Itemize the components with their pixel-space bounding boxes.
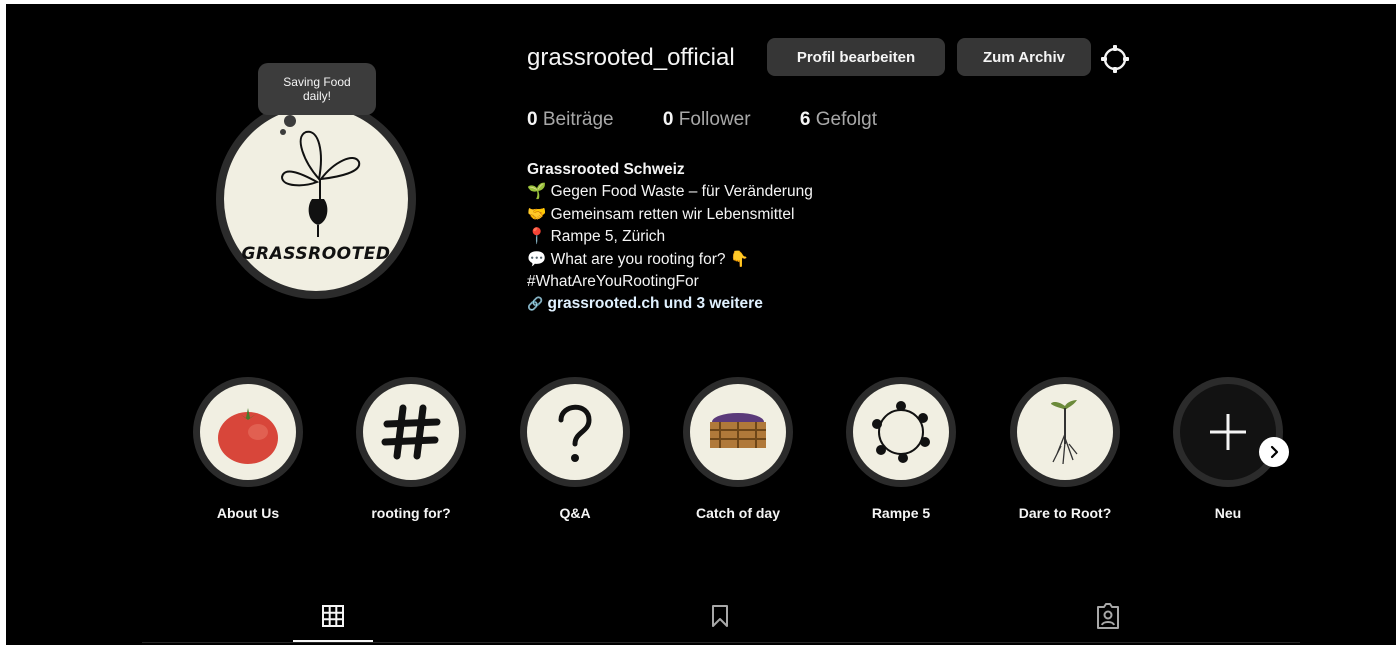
highlight-label: Rampe 5 bbox=[871, 505, 931, 521]
tab-saved[interactable] bbox=[704, 600, 736, 632]
people-circle-icon bbox=[853, 384, 949, 480]
bio-line: 🌱 Gegen Food Waste – für Veränderung bbox=[527, 183, 813, 201]
highlight-label: Q&A bbox=[559, 505, 591, 521]
highlight-qa[interactable]: Q&A bbox=[510, 377, 640, 521]
bio-link[interactable]: grassrooted.ch und 3 weitere bbox=[548, 295, 763, 312]
grid-icon bbox=[322, 605, 344, 627]
highlight-catch-of-day[interactable]: Catch of day bbox=[673, 377, 803, 521]
crate-icon bbox=[690, 384, 786, 480]
highlight-ring bbox=[520, 377, 630, 487]
highlights-next-button[interactable] bbox=[1259, 437, 1289, 467]
highlight-label: Neu bbox=[1214, 505, 1242, 521]
bio-name: Grassrooted Schweiz bbox=[527, 161, 685, 178]
highlight-label: About Us bbox=[216, 505, 280, 521]
note-bubble-small bbox=[280, 129, 286, 135]
link-icon: 🔗 bbox=[527, 296, 544, 312]
highlight-about-us[interactable]: About Us bbox=[183, 377, 313, 521]
highlight-label: Dare to Root? bbox=[1018, 505, 1112, 521]
bio-link-row[interactable]: 🔗 grassrooted.ch und 3 weitere bbox=[527, 293, 813, 315]
stat-posts[interactable]: 0 Beiträge bbox=[527, 109, 614, 130]
tomato-icon bbox=[200, 384, 296, 480]
username: grassrooted_official bbox=[527, 44, 735, 71]
active-tab-indicator bbox=[293, 640, 373, 642]
hashtag-icon bbox=[363, 384, 459, 480]
highlight-ring bbox=[846, 377, 956, 487]
profile-page: GRASSROOTED Saving Food daily! grassroot… bbox=[6, 4, 1396, 645]
profile-note[interactable]: Saving Food daily! bbox=[258, 63, 376, 135]
tab-posts[interactable] bbox=[317, 600, 349, 632]
avatar-wordmark: GRASSROOTED bbox=[242, 244, 391, 264]
highlight-rooting-for[interactable]: rooting for? bbox=[346, 377, 476, 521]
highlight-ring bbox=[1173, 377, 1283, 487]
question-mark-icon bbox=[527, 384, 623, 480]
stat-followers[interactable]: 0 Follower bbox=[663, 109, 751, 130]
highlight-rampe-5[interactable]: Rampe 5 bbox=[836, 377, 966, 521]
bio-line: 🤝 Gemeinsam retten wir Lebensmittel bbox=[527, 205, 795, 223]
highlight-ring bbox=[193, 377, 303, 487]
bio-hashtag[interactable]: #WhatAreYouRootingFor bbox=[527, 271, 813, 293]
highlight-label: Catch of day bbox=[695, 505, 780, 521]
avatar-image: GRASSROOTED bbox=[224, 107, 408, 291]
beet-logo-icon: GRASSROOTED bbox=[242, 130, 391, 264]
highlight-label: rooting for? bbox=[371, 505, 451, 521]
sprout-root-icon bbox=[1017, 384, 1113, 480]
highlight-ring bbox=[1010, 377, 1120, 487]
tab-tagged[interactable] bbox=[1092, 600, 1124, 632]
note-bubble bbox=[284, 115, 296, 127]
edit-profile-button[interactable]: Profil bearbeiten bbox=[767, 38, 945, 76]
profile-stats: 0 Beiträge 0 Follower 6 Gefolgt bbox=[527, 109, 921, 131]
note-text: Saving Food daily! bbox=[283, 75, 351, 103]
chevron-right-icon bbox=[1270, 445, 1279, 459]
bookmark-icon bbox=[712, 605, 728, 627]
bio-line: 💬 What are you rooting for? 👇 bbox=[527, 250, 750, 268]
settings-gear-icon[interactable] bbox=[1100, 44, 1130, 74]
stat-following[interactable]: 6 Gefolgt bbox=[800, 109, 877, 130]
tagged-icon bbox=[1097, 603, 1119, 629]
highlight-ring bbox=[683, 377, 793, 487]
profile-bio: Grassrooted Schweiz 🌱 Gegen Food Waste –… bbox=[527, 159, 813, 316]
tabs-divider bbox=[142, 642, 1300, 643]
highlight-dare-to-root[interactable]: Dare to Root? bbox=[1000, 377, 1130, 521]
bio-line: 📍 Rampe 5, Zürich bbox=[527, 228, 666, 246]
highlight-ring bbox=[356, 377, 466, 487]
archive-button[interactable]: Zum Archiv bbox=[957, 38, 1091, 76]
profile-avatar[interactable]: GRASSROOTED bbox=[216, 99, 424, 299]
plus-icon bbox=[1180, 384, 1276, 480]
